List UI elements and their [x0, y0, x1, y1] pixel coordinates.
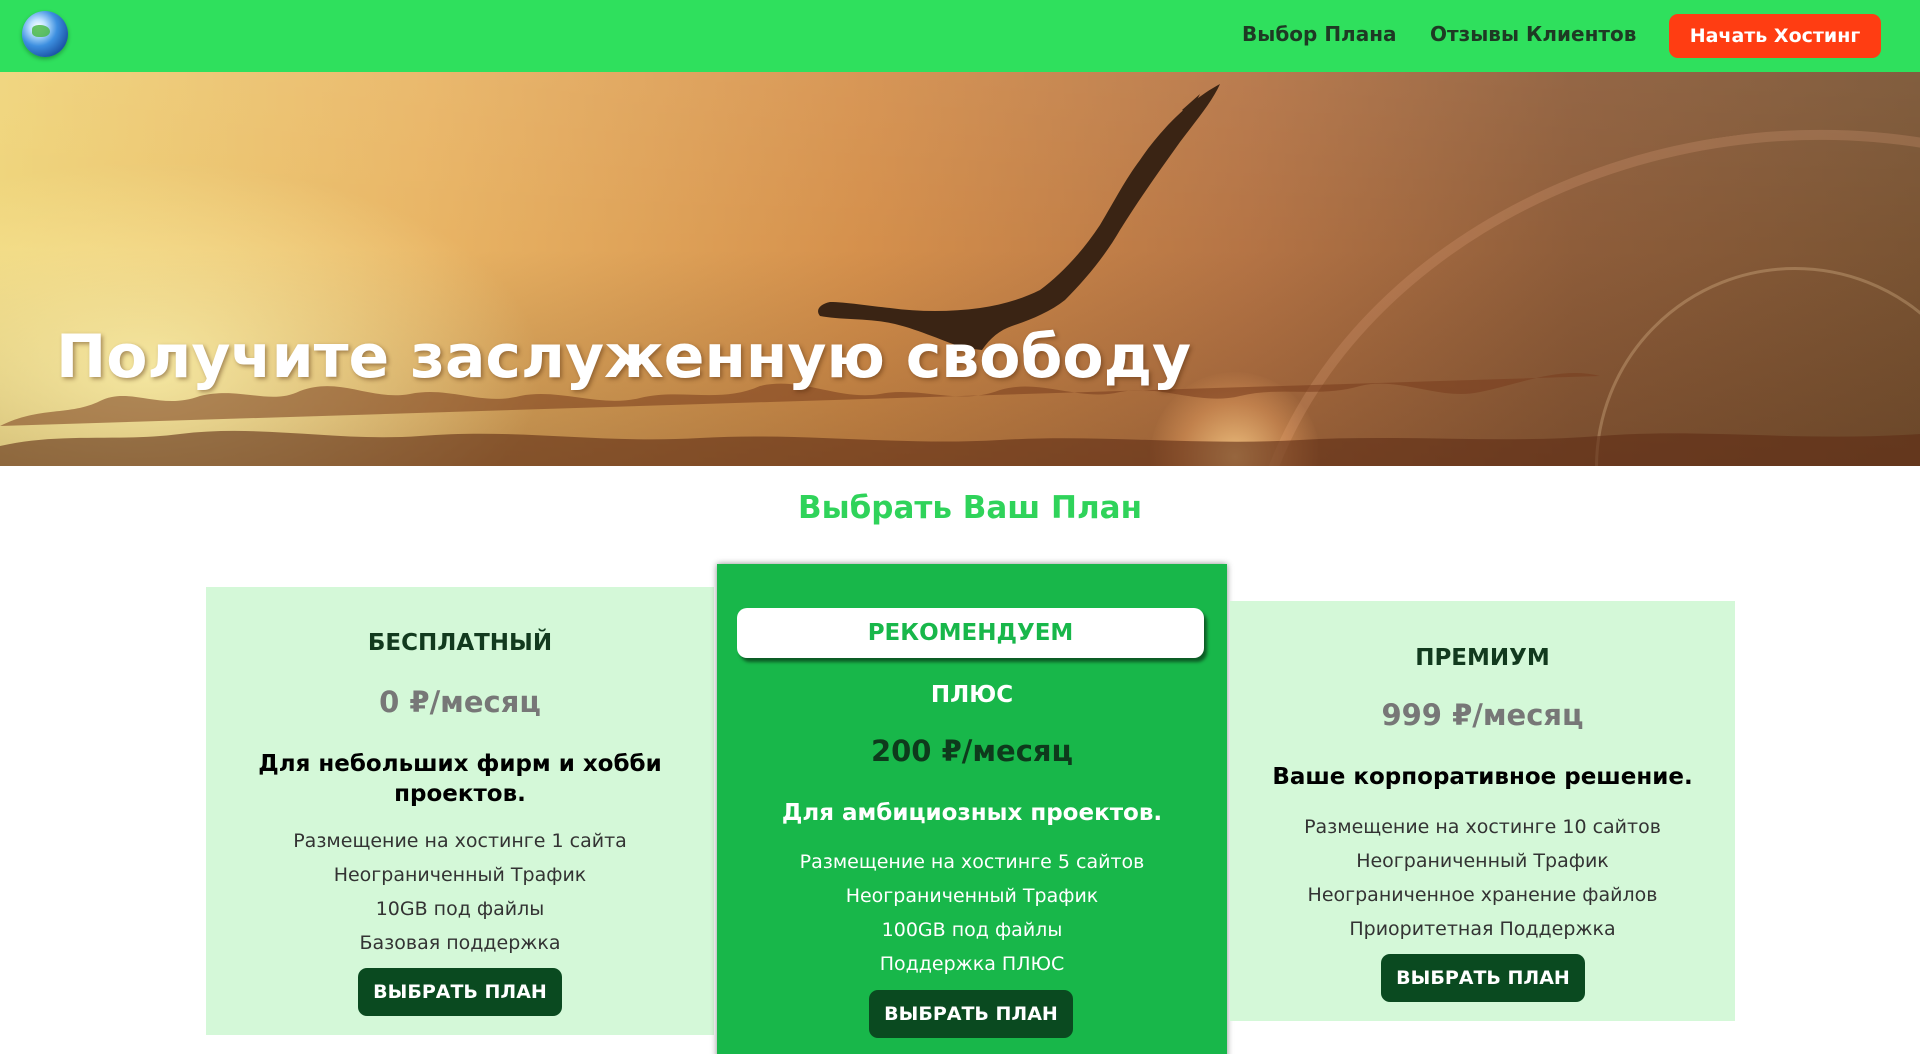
- plan-price: 999 ₽/месяц: [1381, 698, 1584, 732]
- plan-feature: Базовая поддержка: [359, 932, 561, 954]
- plan-feature-list: Размещение на хостинге 10 сайтов Неогран…: [1230, 810, 1735, 946]
- choose-plan-button-free[interactable]: ВЫБРАТЬ ПЛАН: [358, 968, 562, 1016]
- plan-feature-list: Размещение на хостинге 1 сайта Неогранич…: [206, 824, 714, 960]
- plan-feature: 100GB под файлы: [881, 919, 1063, 941]
- plan-name: ПРЕМИУМ: [1415, 645, 1550, 671]
- plan-feature: Неограниченный Трафик: [333, 864, 587, 886]
- choose-plan-button-premium[interactable]: ВЫБРАТЬ ПЛАН: [1381, 954, 1585, 1002]
- plan-feature: Размещение на хостинге 1 сайта: [293, 830, 627, 852]
- plan-feature: Размещение на хостинге 5 сайтов: [799, 851, 1145, 873]
- nav-link-testimonials[interactable]: Отзывы Клиентов: [1430, 22, 1636, 46]
- start-hosting-button[interactable]: Начать Хостинг: [1669, 14, 1881, 58]
- eagle-silhouette: [818, 84, 1220, 350]
- recommended-badge: РЕКОМЕНДУЕМ: [737, 608, 1204, 658]
- nav-link-choose-plan[interactable]: Выбор Плана: [1242, 22, 1397, 46]
- top-navbar: Выбор Плана Отзывы Клиентов Начать Хости…: [0, 0, 1920, 72]
- plan-feature: 10GB под файлы: [375, 898, 545, 920]
- plan-price: 0 ₽/месяц: [379, 685, 541, 719]
- plan-price: 200 ₽/месяц: [870, 734, 1074, 768]
- plan-tagline: Ваше корпоративное решение.: [1272, 764, 1693, 790]
- plan-feature: Неограниченный Трафик: [1356, 850, 1609, 872]
- hero-banner: Получите заслуженную свободу: [0, 72, 1920, 466]
- plan-tagline: Для небольших фирм и хобби проектов.: [258, 751, 662, 807]
- hero-title: Получите заслуженную свободу: [56, 322, 1192, 392]
- plan-card-free: БЕСПЛАТНЫЙ 0 ₽/месяц Для небольших фирм …: [206, 587, 714, 1035]
- plan-card-plus: РЕКОМЕНДУЕМ ПЛЮС 200 ₽/месяц Для амбицио…: [717, 564, 1227, 1054]
- plan-name: БЕСПЛАТНЫЙ: [367, 630, 553, 656]
- plan-feature-list: Размещение на хостинге 5 сайтов Неограни…: [717, 845, 1227, 981]
- plan-card-premium: ПРЕМИУМ 999 ₽/месяц Ваше корпоративное р…: [1230, 601, 1735, 1021]
- plan-feature: Приоритетная Поддержка: [1349, 918, 1616, 940]
- choose-plan-button-plus[interactable]: ВЫБРАТЬ ПЛАН: [869, 990, 1073, 1038]
- plan-name: ПЛЮС: [930, 682, 1014, 708]
- globe-icon[interactable]: [22, 11, 68, 57]
- plan-feature: Размещение на хостинге 10 сайтов: [1304, 816, 1661, 838]
- plan-tagline: Для амбициозных проектов.: [781, 800, 1163, 826]
- plan-feature: Поддержка ПЛЮС: [879, 953, 1065, 975]
- plan-feature: Неограниченный Трафик: [845, 885, 1099, 907]
- plan-feature: Неограниченное хранение файлов: [1307, 884, 1658, 906]
- pricing-section-title: Выбрать Ваш План: [797, 490, 1143, 526]
